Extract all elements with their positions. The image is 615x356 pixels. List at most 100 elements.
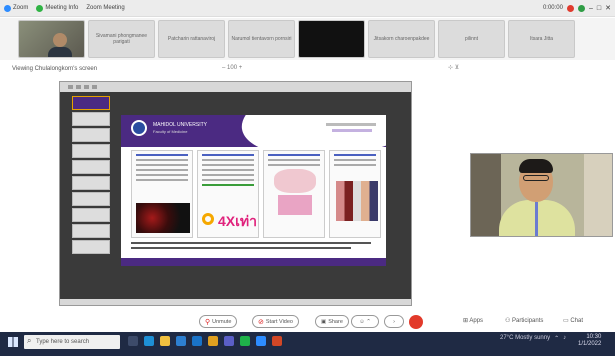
participant-tile[interactable]: pilinnt [438,20,505,58]
meeting-menu[interactable]: Zoom Meeting [86,5,124,11]
participant-tile[interactable]: Patcharin rattanaviroj [158,20,225,58]
video-off-icon: ⊘ [258,318,264,326]
chrome-icon[interactable] [208,336,218,346]
maximize-icon[interactable]: □ [597,5,601,12]
slide-panel-people [329,150,381,238]
window-controls: 0:00:00 – □ ✕ [543,4,611,12]
slide-thumbnail[interactable] [72,96,110,110]
ribbon-icon[interactable] [92,85,97,89]
slide-thumbnail[interactable] [72,192,110,206]
slide-thumbnail[interactable] [72,112,110,126]
speaker-hair [519,159,553,173]
participant-tile[interactable]: Jitsakorn charoenpakdee [368,20,435,58]
slide-thumbnail[interactable] [72,224,110,238]
slide-footer-band [121,258,386,266]
apps-button[interactable]: ⊞ Apps [463,317,483,324]
leave-button[interactable] [409,315,423,329]
participants-label: Participants [512,318,544,324]
figure-4x: 4Xเท่า [218,213,257,229]
stomach-image [274,169,316,193]
powerpoint-icon[interactable] [272,336,282,346]
view-tools[interactable]: ⊹ ⊻ [448,64,459,71]
more-icon: › [393,318,395,325]
current-slide: MAHIDOL UNIVERSITY Faculty of Medicine 4… [121,115,386,266]
taskbar-search-input[interactable]: Type here to search [24,335,120,349]
share-button[interactable]: ▣ Share [315,315,349,328]
mail-icon[interactable] [192,336,202,346]
volume-icon[interactable]: ♪ [563,335,566,342]
participant-name: Narumol tientavorn pornsiri [231,36,292,42]
participant-name: Itsara Jitta [529,36,554,42]
participant-tile[interactable]: Itsara Jitta [508,20,575,58]
participant-name: Jitsakorn charoenpakdee [373,36,430,42]
windows-start-icon[interactable] [8,337,18,347]
task-view-icon[interactable] [128,336,138,346]
slide-thumbnails [62,94,112,302]
zoom-app-icon[interactable] [256,336,266,346]
file-explorer-icon[interactable] [160,336,170,346]
system-tray: 27°C Mostly sunny ⌃ ♪ [500,335,566,342]
meeting-info-button[interactable]: Meeting Info [36,4,78,12]
chat-button[interactable]: ▭ Chat [563,317,583,324]
people-image [336,181,378,221]
teams-icon[interactable] [224,336,234,346]
reactions-icon: ☺ ⌃ [359,318,371,325]
weather-label[interactable]: 27°C Mostly sunny [500,335,550,342]
ring-icon [202,213,214,225]
slide-corner-line [332,129,372,132]
participants-icon: ⚇ [505,318,513,324]
lanyard [535,202,538,236]
more-button[interactable]: › [384,315,404,328]
share-icon: ▣ [321,318,327,325]
powerpoint-ribbon [60,82,411,92]
shared-screen[interactable]: MAHIDOL UNIVERSITY Faculty of Medicine 4… [59,81,412,306]
participant-tile-video[interactable] [18,20,85,58]
zoom-label: Zoom [13,5,29,11]
zoom-window: { "topbar": { "zoom_label": "Zoom", "mee… [0,0,615,356]
edge-icon[interactable] [144,336,154,346]
slide-panel-4x: 4Xเท่า [197,150,259,238]
slide-thumbnail[interactable] [72,240,110,254]
ribbon-icon[interactable] [76,85,81,89]
slide-panel-stomach [263,150,325,238]
zoom-level: 100 [227,65,238,71]
slide-panel-lungs [131,150,193,238]
ribbon-icon[interactable] [68,85,73,89]
status-dot-icon [577,4,585,12]
zoom-control[interactable]: – 100 + [222,65,242,71]
speaker-glasses [523,175,549,181]
pink-box [278,195,312,215]
line-icon[interactable] [240,336,250,346]
participant-tile[interactable]: Narumol tientavorn pornsiri [228,20,295,58]
clock-date: 1/1/2022 [578,341,602,347]
slide-corner-line [326,123,376,126]
start-video-button[interactable]: ⊘ Start Video [252,315,299,328]
unmute-button[interactable]: ⚲ Unmute [199,315,238,328]
ribbon-icon[interactable] [84,85,89,89]
taskbar-clock[interactable]: 10:30 1/1/2022 [578,334,601,348]
participant-tile-black[interactable] [298,20,365,58]
share-label: Share [328,318,343,325]
close-icon[interactable]: ✕ [605,4,611,12]
powerpoint-status-bar [60,299,411,305]
participants-button[interactable]: ⚇ Participants [505,317,543,324]
apps-label: Apps [469,318,484,324]
participant-name: Patcharin rattanaviroj [167,36,216,42]
minimize-icon[interactable]: – [589,5,593,12]
slide-thumbnail[interactable] [72,144,110,158]
participant-tile[interactable]: Sivamani phongmanee parigati [88,20,155,58]
taskbar-apps [128,336,282,346]
zoom-menu[interactable]: Zoom [4,4,29,12]
slide-thumbnail[interactable] [72,160,110,174]
speaker-video[interactable] [470,153,613,237]
lungs-image [136,203,190,233]
slide-thumbnail[interactable] [72,176,110,190]
reactions-button[interactable]: ☺ ⌃ [351,315,379,328]
store-icon[interactable] [176,336,186,346]
university-logo-icon [131,120,147,136]
clock-time: 10:30 [586,334,602,340]
network-icon[interactable]: ⌃ [554,335,559,342]
slide-thumbnail[interactable] [72,208,110,222]
slide-thumbnail[interactable] [72,128,110,142]
video-bg [584,154,612,236]
